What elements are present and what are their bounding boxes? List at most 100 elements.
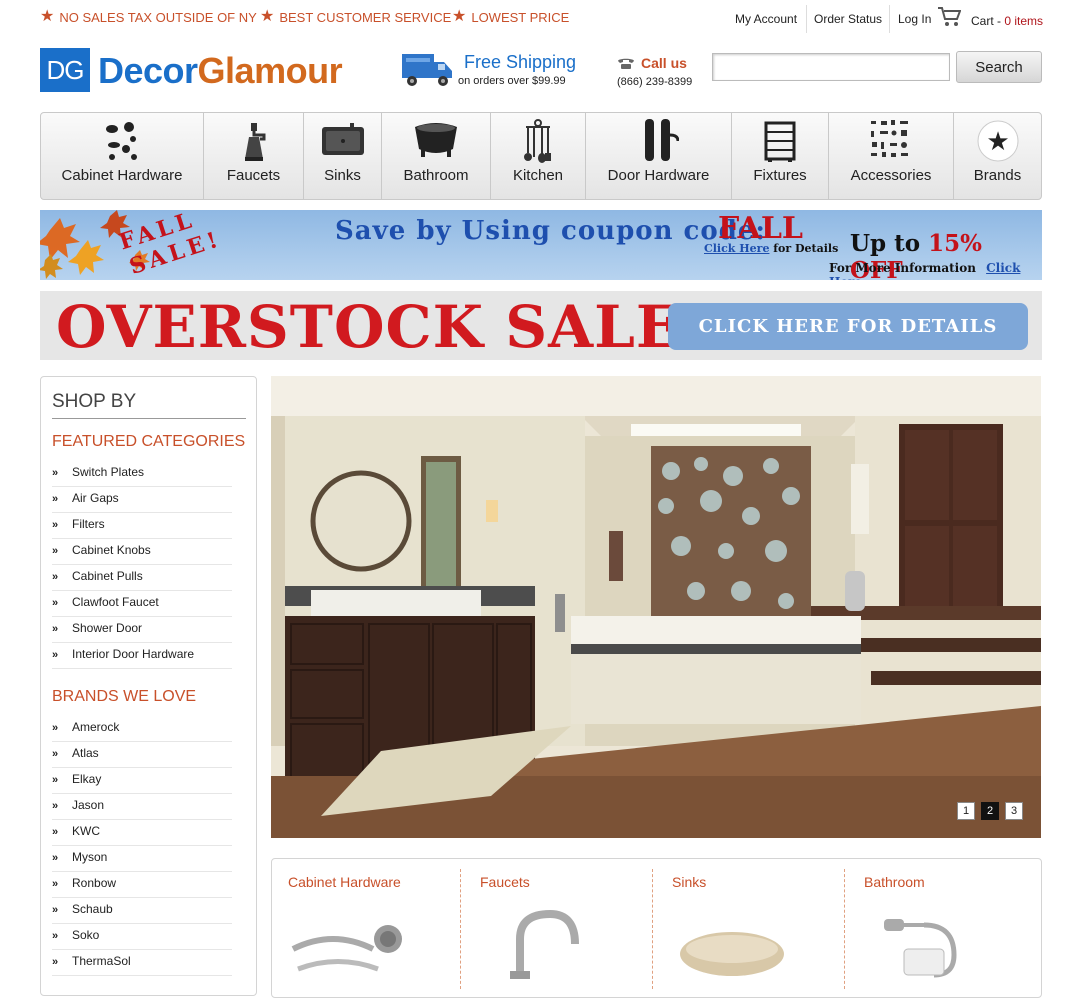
nav-label: Faucets <box>226 167 281 184</box>
log-in-link[interactable]: Log In <box>898 12 931 26</box>
promo-text: NO SALES TAX OUTSIDE OF NY <box>59 9 257 25</box>
brand-link[interactable]: » Elkay <box>52 768 232 794</box>
nav-door-hardware[interactable]: Door Hardware <box>586 113 732 199</box>
vessel-sink-icon <box>680 932 784 976</box>
slider-page-1[interactable]: 1 <box>957 802 975 820</box>
search-button[interactable]: Search <box>956 51 1042 83</box>
kitchen-utensils-icon <box>524 119 551 163</box>
category-card[interactable]: Faucets <box>464 859 656 997</box>
nav-cabinet-hardware[interactable]: Cabinet Hardware <box>41 113 204 199</box>
brand-link[interactable]: » Myson <box>52 846 232 872</box>
nav-sinks[interactable]: Sinks <box>304 113 382 199</box>
category-card[interactable]: Sinks <box>656 859 848 997</box>
free-shipping-subtitle: on orders over $99.99 <box>458 75 566 87</box>
promo-no-sales-tax: ★ NO SALES TAX OUTSIDE OF NY <box>40 9 257 25</box>
promo-text: BEST CUSTOMER SERVICE <box>279 9 452 25</box>
brand-link[interactable]: » ThermaSol <box>52 950 232 976</box>
featured-category-link[interactable]: » Cabinet Pulls <box>52 565 232 591</box>
slider-page-2[interactable]: 2 <box>981 802 999 820</box>
double-chevron-icon: » <box>52 571 59 583</box>
category-card-title[interactable]: Sinks <box>672 874 706 890</box>
logo-badge[interactable]: DG <box>40 48 90 92</box>
nav-fixtures[interactable]: Fixtures <box>732 113 829 199</box>
coupon-headline: Save by Using coupon code: <box>335 216 767 246</box>
hero-slider[interactable]: 123 <box>271 376 1041 838</box>
brand-link-label: Soko <box>72 928 100 942</box>
featured-category-link[interactable]: » Cabinet Knobs <box>52 539 232 565</box>
nav-faucets[interactable]: Faucets <box>204 113 304 199</box>
card-divider <box>844 869 845 989</box>
main-nav: Cabinet Hardware Faucets Sinks Bathroom … <box>40 112 1042 200</box>
promo-text: LOWEST PRICE <box>471 9 570 25</box>
accessories-grid-icon <box>871 120 908 157</box>
cart-label: Cart - <box>971 14 1005 28</box>
brand-link[interactable]: » Amerock <box>52 716 232 742</box>
nav-accessories[interactable]: Accessories <box>829 113 954 199</box>
nav-bathroom[interactable]: Bathroom <box>382 113 491 199</box>
card-divider <box>652 869 653 989</box>
category-card-title[interactable]: Cabinet Hardware <box>288 874 401 890</box>
cart-icon[interactable] <box>937 6 961 28</box>
divider <box>806 5 807 33</box>
divider <box>889 5 890 33</box>
category-card[interactable]: Bathroom <box>848 859 1040 997</box>
brand-link[interactable]: » Atlas <box>52 742 232 768</box>
double-chevron-icon: » <box>52 649 59 661</box>
featured-category-link[interactable]: » Shower Door <box>52 617 232 643</box>
order-status-link[interactable]: Order Status <box>814 12 882 26</box>
phone-number[interactable]: (866) 239-8399 <box>617 76 692 88</box>
nav-label: Sinks <box>324 167 361 184</box>
fall-sale-banner[interactable]: FALL SALE! Save by Using coupon code: FA… <box>40 210 1042 280</box>
brand-link[interactable]: » Ronbow <box>52 872 232 898</box>
overstock-details-button[interactable]: CLICK HERE FOR DETAILS <box>668 303 1028 350</box>
double-chevron-icon: » <box>52 623 59 635</box>
category-card[interactable]: Cabinet Hardware <box>272 859 464 997</box>
brand-link[interactable]: » KWC <box>52 820 232 846</box>
click-here-details-link[interactable]: Click Here <box>704 242 769 255</box>
double-chevron-icon: » <box>52 493 59 505</box>
cart-link[interactable]: Cart - 0 items <box>971 14 1043 28</box>
shop-by-sidebar: SHOP BY FEATURED CATEGORIES » Switch Plat… <box>40 376 257 996</box>
featured-category-link[interactable]: » Interior Door Hardware <box>52 643 232 669</box>
delivery-truck-icon <box>402 54 452 86</box>
double-chevron-icon: » <box>52 852 59 864</box>
brand-link[interactable]: » Soko <box>52 924 232 950</box>
star-icon: ★ <box>40 8 55 25</box>
category-card-title[interactable]: Bathroom <box>864 874 925 890</box>
coupon-code: FALL <box>718 211 804 246</box>
category-cards: Cabinet Hardware Faucets Sinks Bathroom <box>271 858 1042 998</box>
logo[interactable]: DecorGlamour <box>98 50 343 92</box>
featured-category-link-label: Clawfoot Faucet <box>72 595 159 609</box>
my-account-link[interactable]: My Account <box>735 12 797 26</box>
double-chevron-icon: » <box>52 956 59 968</box>
featured-category-link[interactable]: » Air Gaps <box>52 487 232 513</box>
bathtub-icon <box>415 123 457 157</box>
brand-link-label: Schaub <box>72 902 113 916</box>
nav-brands[interactable]: ★ Brands <box>954 113 1041 199</box>
logo-part-1: Decor <box>98 50 198 91</box>
sidebar-divider <box>52 418 246 419</box>
promo-lowest-price: ★ LOWEST PRICE <box>452 9 569 25</box>
featured-category-link-label: Interior Door Hardware <box>72 647 195 661</box>
category-card-title[interactable]: Faucets <box>480 874 530 890</box>
brand-link[interactable]: » Schaub <box>52 898 232 924</box>
brand-link[interactable]: » Jason <box>52 794 232 820</box>
brand-link-label: KWC <box>72 824 100 838</box>
featured-category-link-label: Switch Plates <box>72 465 145 479</box>
search-input[interactable] <box>712 53 950 81</box>
cabinet-hardware-icon <box>106 122 137 160</box>
upto-text: Up to <box>850 230 921 257</box>
nav-kitchen[interactable]: Kitchen <box>491 113 586 199</box>
star-icon: ★ <box>977 120 1018 162</box>
call-us-title: Call us <box>641 55 687 71</box>
featured-category-link[interactable]: » Switch Plates <box>52 461 232 487</box>
featured-category-link-label: Cabinet Pulls <box>72 569 143 583</box>
overstock-banner[interactable]: OVERSTOCK SALE CLICK HERE FOR DETAILS <box>40 291 1042 361</box>
slider-page-3[interactable]: 3 <box>1005 802 1023 820</box>
nav-label: Kitchen <box>512 167 564 184</box>
star-icon: ★ <box>452 8 467 25</box>
nav-label: Bathroom <box>403 167 469 184</box>
door-handle-icon <box>644 119 679 161</box>
featured-category-link[interactable]: » Clawfoot Faucet <box>52 591 232 617</box>
featured-category-link[interactable]: » Filters <box>52 513 232 539</box>
